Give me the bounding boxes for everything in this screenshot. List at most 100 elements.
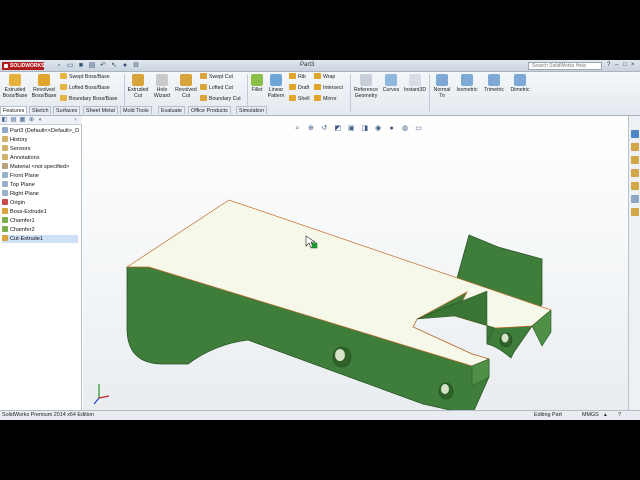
tree-item-annotations[interactable]: Annotations [2,154,40,162]
new-document-icon[interactable]: ▫ [54,61,64,71]
fillet-button[interactable]: Fillet [249,74,265,93]
property-manager-icon[interactable]: ▤ [10,117,17,124]
design-library-icon[interactable] [631,143,639,151]
editing-mode-text: Editing Part [534,412,562,418]
shell-button[interactable]: Shell [289,95,310,103]
tab-features[interactable]: Features [0,106,28,114]
tab-mold-tools[interactable]: Mold Tools [120,106,152,114]
boundary-boss-icon [60,95,67,101]
tree-item-right-plane[interactable]: Right Plane [2,190,39,198]
normal-to-button[interactable]: Normal To [431,74,453,99]
feature-manager-icon[interactable]: ◧ [1,117,8,124]
undo-icon[interactable]: ↶ [98,61,108,71]
zoom-to-area-icon[interactable]: ⊕ [306,124,315,133]
rib-button[interactable]: Rib [289,73,306,81]
swept-boss-button[interactable]: Swept Boss/Base [60,73,110,81]
maximize-icon[interactable]: □ [623,62,629,69]
part-icon [2,127,8,133]
history-icon [2,136,8,142]
custom-properties-icon[interactable] [631,195,639,203]
tree-item-history[interactable]: History [2,136,27,144]
rebuild-icon[interactable]: ● [120,61,130,71]
options-icon[interactable]: ⚙ [131,61,141,71]
solidworks-resources-icon[interactable] [631,130,639,138]
save-icon[interactable]: ■ [76,61,86,71]
tab-evaluate[interactable]: Evaluate [158,106,185,114]
tab-sketch[interactable]: Sketch [29,106,52,114]
dimetric-button[interactable]: Dimetric [508,74,532,93]
mirror-button[interactable]: Mirror [314,95,337,103]
tab-sheet-metal[interactable]: Sheet Metal [83,106,118,114]
search-input[interactable]: Search SolidWorks Help [528,62,602,70]
dim-xpert-icon[interactable]: ⊕ [28,117,35,124]
file-explorer-icon[interactable] [631,156,639,164]
hide-show-items-icon[interactable]: ◉ [374,124,383,133]
wrap-button[interactable]: Wrap [314,73,335,81]
reference-geometry-button[interactable]: Reference Geometry [352,74,380,99]
chamfer-icon [2,217,8,223]
tree-item-boss-extrude1[interactable]: Boss-Extrude1 [2,208,47,216]
tree-item-cut-extrude1[interactable]: Cut-Extrude1 [2,235,78,243]
apply-scene-icon[interactable]: ◍ [401,124,410,133]
revolved-cut-button[interactable]: Revolved Cut [174,74,198,99]
edit-appearance-icon[interactable]: ● [387,124,396,133]
tree-item-part3[interactable]: Part3 (Default<<Default>_D [2,127,79,135]
lofted-cut-button[interactable]: Lofted Cut [200,84,233,92]
extruded-cut-button[interactable]: Extruded Cut [126,74,150,99]
tree-item-material[interactable]: Material <not specified> [2,163,69,171]
tree-item-chamfer1[interactable]: Chamfer1 [2,217,35,225]
configuration-manager-icon[interactable]: ▦ [19,117,26,124]
zoom-to-fit-icon[interactable]: ⌕ [293,124,302,133]
wrap-icon [314,73,321,79]
tree-item-chamfer2[interactable]: Chamfer2 [2,226,35,234]
intersect-icon [314,84,321,90]
hole-wizard-button[interactable]: Hole Wizard [151,74,173,99]
display-style-icon[interactable]: ◨ [360,124,369,133]
swept-cut-button[interactable]: Swept Cut [200,73,233,81]
tab-simulation[interactable]: Simulation [236,106,268,114]
intersect-button[interactable]: Intersect [314,84,343,92]
part-model[interactable] [83,116,628,416]
graphics-area[interactable]: ⌕ ⊕ ↺ ◩ ▣ ◨ ◉ ● ◍ ▭ [83,116,628,416]
tab-surfaces[interactable]: Surfaces [53,106,81,114]
linear-pattern-button[interactable]: Linear Pattern [266,74,286,99]
tree-item-origin[interactable]: Origin [2,199,25,207]
boundary-cut-button[interactable]: Boundary Cut [200,95,241,103]
select-icon[interactable]: ↖ [109,61,119,71]
solidworks-logo[interactable]: SOLIDWORKS [2,62,44,70]
view-orientation-icon[interactable]: ▣ [347,124,356,133]
draft-button[interactable]: Draft [289,84,309,92]
expand-panel-icon[interactable]: › [72,117,79,124]
section-view-icon[interactable]: ◩ [333,124,342,133]
trimetric-button[interactable]: Trimetric [481,74,507,93]
close-icon[interactable]: × [631,62,637,69]
help-status-icon[interactable]: ? [618,411,621,420]
view-palette-icon[interactable] [631,169,639,177]
revolved-boss-button[interactable]: Revolved Boss/Base [30,74,58,99]
forum-icon[interactable] [631,208,639,216]
swept-boss-icon [60,73,67,79]
previous-view-icon[interactable]: ↺ [320,124,329,133]
swept-cut-icon [200,73,207,79]
material-icon [2,163,8,169]
curves-button[interactable]: Curves [381,74,401,93]
tree-item-sensors[interactable]: Sensors [2,145,31,153]
view-settings-icon[interactable]: ▭ [414,124,423,133]
appearances-icon[interactable] [631,182,639,190]
boundary-boss-button[interactable]: Boundary Boss/Base [60,95,117,103]
minimize-icon[interactable]: – [615,62,621,69]
lofted-boss-button[interactable]: Lofted Boss/Base [60,84,110,92]
tree-item-top-plane[interactable]: Top Plane [2,181,35,189]
print-icon[interactable]: ▤ [87,61,97,71]
help-icon[interactable]: ? [607,62,613,69]
units-selector[interactable]: MMGS [582,411,599,420]
units-dropdown-icon[interactable]: ▴ [604,411,607,420]
trimetric-icon [488,74,500,86]
open-icon[interactable]: ▭ [65,61,75,71]
instant3d-button[interactable]: Instant3D [402,74,428,93]
tab-office-products[interactable]: Office Products [188,106,231,114]
isometric-button[interactable]: Isometric [454,74,480,93]
extruded-boss-button[interactable]: Extruded Boss/Base [1,74,29,99]
tree-item-front-plane[interactable]: Front Plane [2,172,39,180]
display-manager-icon[interactable]: ◐ [37,117,44,124]
